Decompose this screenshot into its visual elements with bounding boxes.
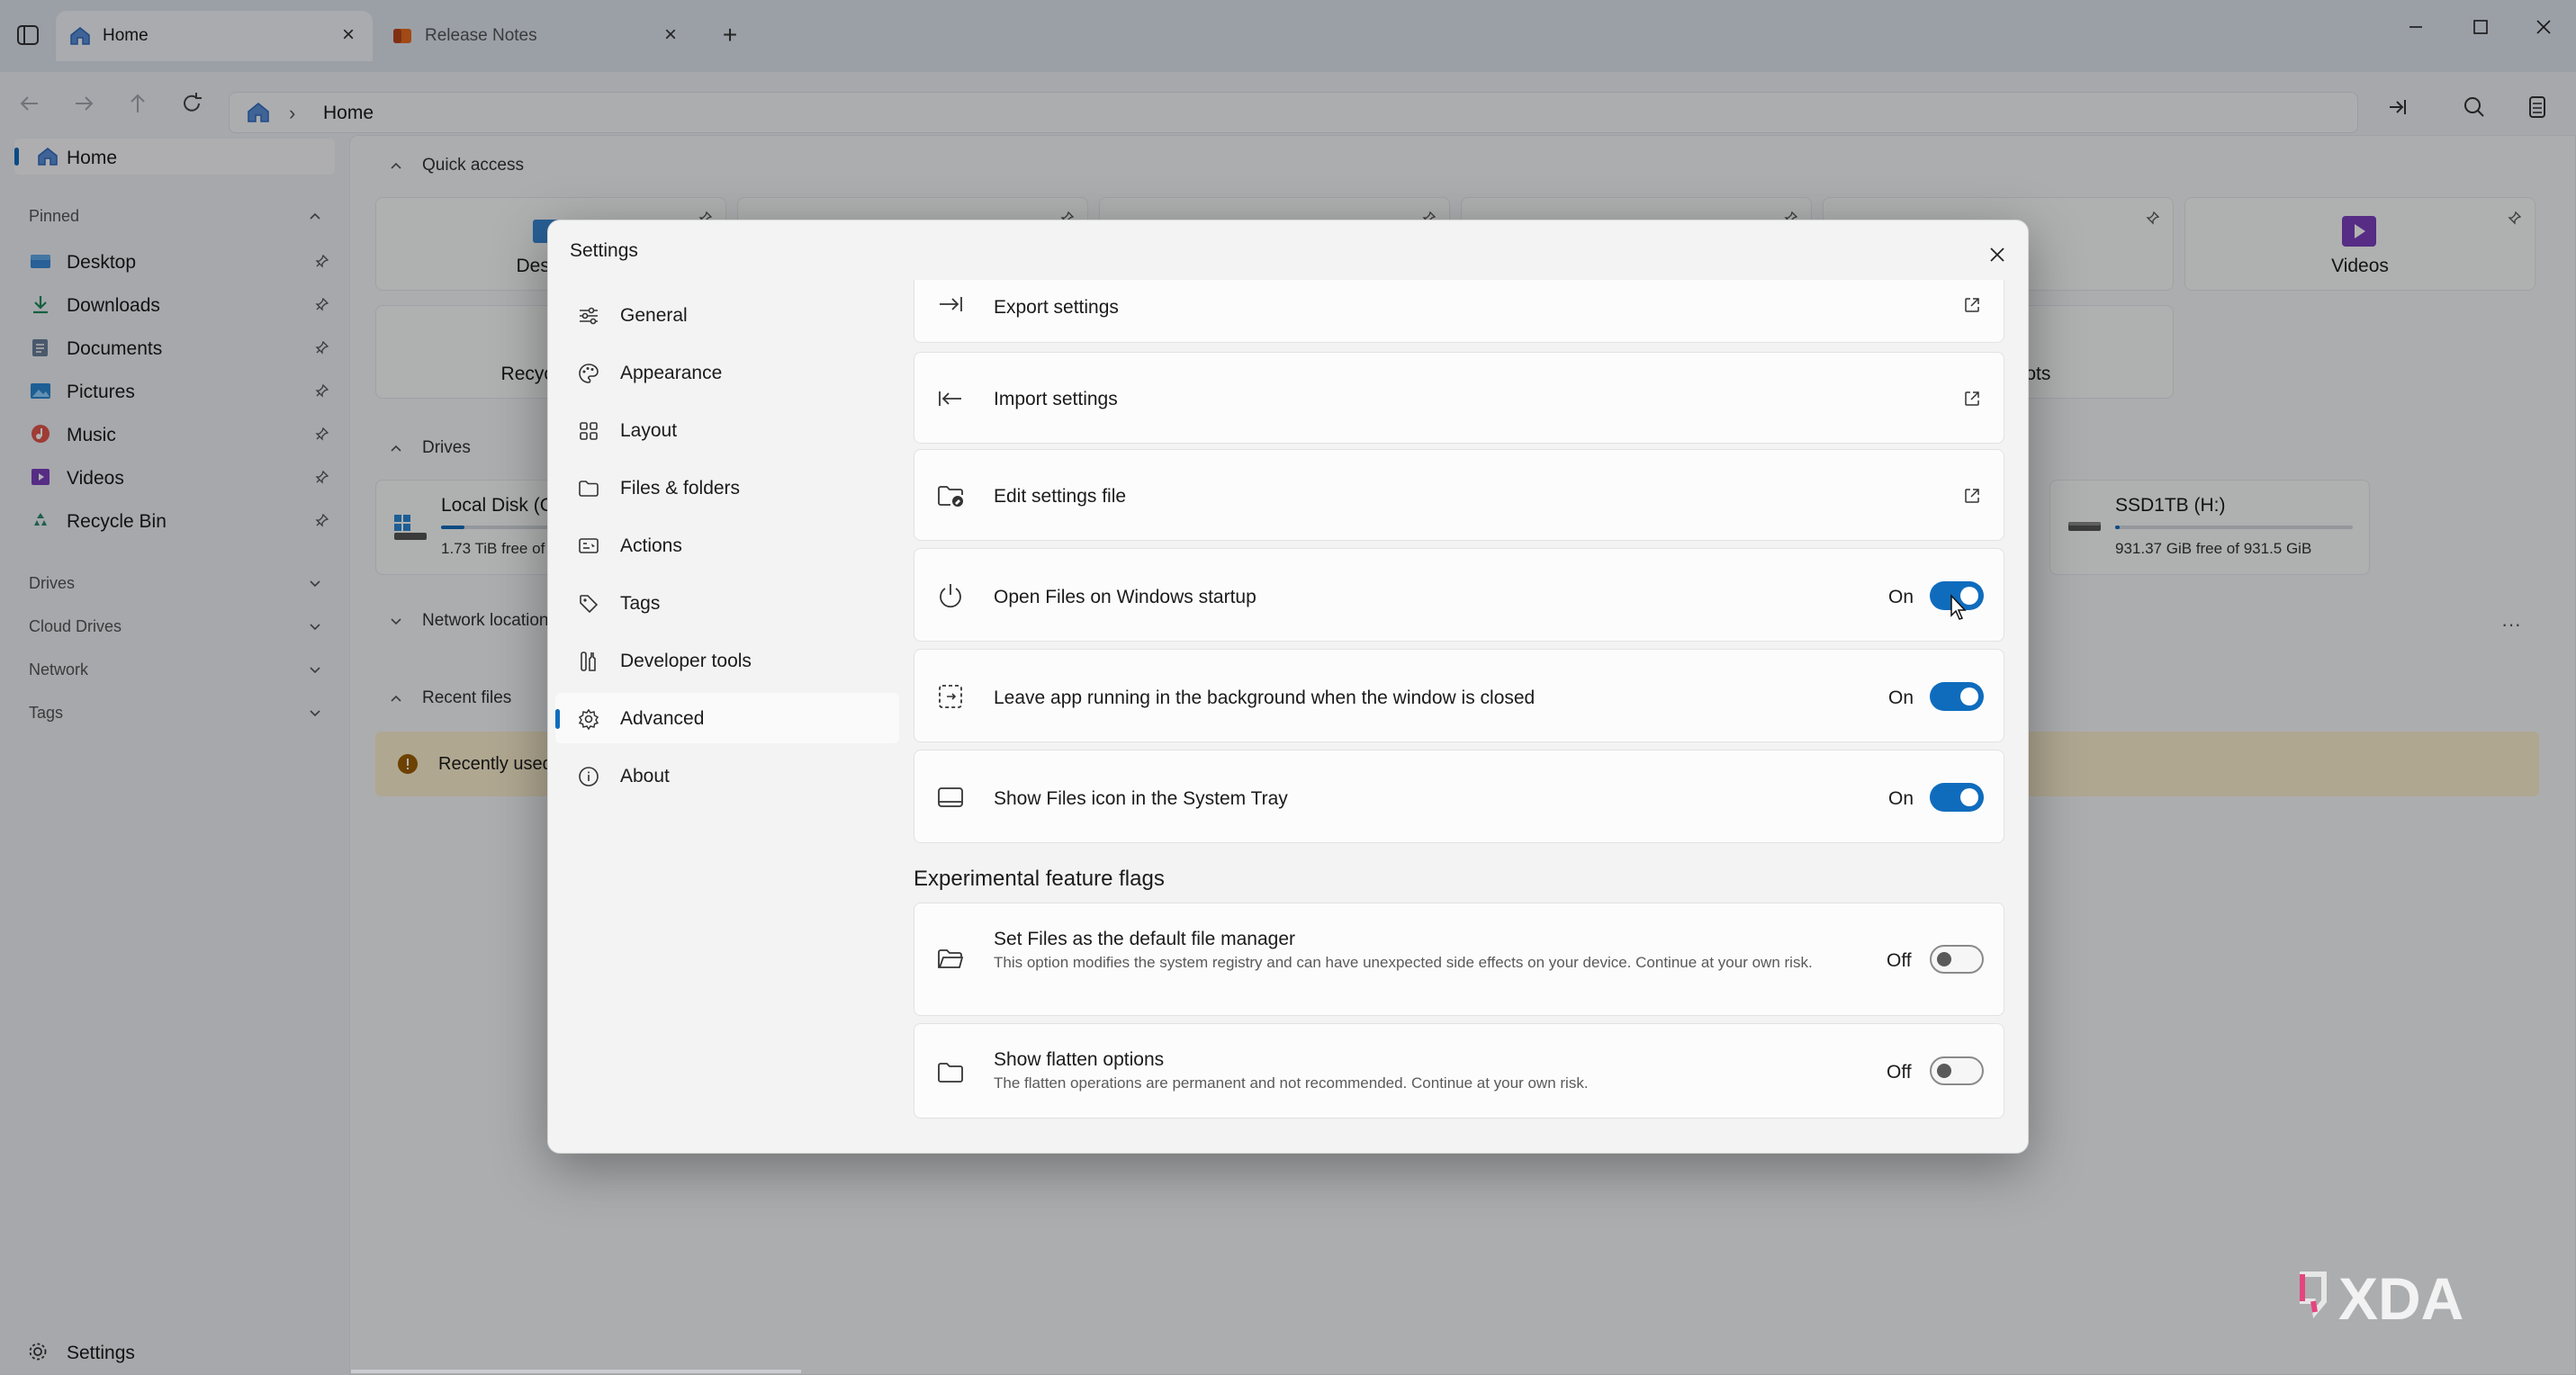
experimental-section-title: Experimental feature flags (914, 867, 1165, 891)
folder-icon (577, 477, 600, 500)
toggle-state-label: Off (1887, 1062, 1912, 1083)
tag-icon (577, 592, 600, 616)
settings-nav-label: Files & folders (620, 478, 741, 499)
settings-nav-tags[interactable]: Tags (555, 578, 899, 628)
settings-nav-label: Developer tools (620, 651, 752, 671)
folder-icon (936, 1058, 965, 1087)
setting-label: Import settings (994, 389, 1118, 409)
toggle-knob (1960, 688, 1978, 705)
settings-nav-appearance[interactable]: Appearance (555, 347, 899, 398)
settings-nav-label: Appearance (620, 363, 723, 383)
export-settings-row[interactable]: Export settings (914, 280, 2004, 343)
setting-label: Leave app running in the background when… (994, 688, 1536, 708)
settings-dialog: Settings General Appearance Layout Files… (547, 220, 2029, 1154)
setting-label: Export settings (994, 297, 1119, 318)
setting-label: Show Files icon in the System Tray (994, 788, 1288, 809)
layout-grid-icon (577, 419, 600, 443)
svg-text:XDA: XDA (2338, 1265, 2463, 1332)
window-dashed-icon (936, 682, 965, 711)
power-icon (936, 581, 965, 610)
external-link-icon[interactable] (1962, 295, 1982, 315)
settings-nav-layout[interactable]: Layout (555, 405, 899, 455)
export-arrow-icon (936, 290, 965, 319)
palette-icon (577, 362, 600, 385)
background-running-row: Leave app running in the background when… (914, 649, 2004, 742)
settings-nav-label: Advanced (620, 708, 705, 729)
toggle-knob (1960, 788, 1978, 806)
external-link-icon[interactable] (1962, 389, 1982, 409)
toggle-knob (1937, 952, 1951, 966)
settings-nav-general[interactable]: General (555, 290, 899, 340)
settings-nav-label: Layout (620, 420, 678, 441)
toggle-state-label: On (1888, 788, 1914, 809)
flatten-options-row: Show flatten options The flatten operati… (914, 1023, 2004, 1119)
import-arrow-icon (936, 384, 965, 413)
setting-label: Set Files as the default file manager (994, 929, 1296, 949)
background-toggle[interactable] (1930, 682, 1984, 711)
setting-label: Edit settings file (994, 486, 1127, 507)
settings-nav-developer-tools[interactable]: Developer tools (555, 635, 899, 686)
folder-open-icon (936, 945, 965, 974)
toggle-state-label: On (1888, 587, 1914, 607)
settings-nav-label: Tags (620, 593, 661, 614)
setting-description: The flatten operations are permanent and… (994, 1074, 1589, 1092)
default-file-manager-toggle[interactable] (1930, 945, 1984, 974)
settings-content: Export settings Import settings Edit set… (906, 280, 2006, 1153)
import-settings-row[interactable]: Import settings (914, 352, 2004, 444)
dialog-title: Settings (570, 240, 638, 261)
developer-tools-icon (577, 650, 600, 673)
setting-label: Open Files on Windows startup (994, 587, 1256, 607)
sliders-icon (577, 304, 600, 328)
external-link-icon[interactable] (1962, 486, 1982, 506)
selection-indicator (555, 709, 560, 729)
tray-icon (936, 783, 965, 812)
settings-nav-files-folders[interactable]: Files & folders (555, 463, 899, 513)
toggle-knob (1937, 1064, 1951, 1078)
system-tray-toggle[interactable] (1930, 783, 1984, 812)
startup-row: Open Files on Windows startup On (914, 548, 2004, 642)
info-icon (577, 765, 600, 788)
system-tray-row: Show Files icon in the System Tray On (914, 750, 2004, 843)
settings-nav-about[interactable]: About (555, 750, 899, 801)
settings-nav-actions[interactable]: Actions (555, 520, 899, 571)
actions-icon (577, 535, 600, 558)
edit-settings-file-row[interactable]: Edit settings file (914, 449, 2004, 541)
settings-nav-advanced[interactable]: Advanced (555, 693, 899, 743)
flatten-options-toggle[interactable] (1930, 1056, 1984, 1085)
default-file-manager-row: Set Files as the default file manager Th… (914, 903, 2004, 1016)
settings-nav-label: Actions (620, 535, 682, 556)
toggle-state-label: Off (1887, 950, 1912, 971)
advanced-icon (577, 707, 600, 731)
toggle-state-label: On (1888, 688, 1914, 708)
settings-nav-label: About (620, 766, 670, 786)
settings-nav-label: General (620, 305, 688, 326)
setting-label: Show flatten options (994, 1049, 1165, 1070)
folder-edit-icon (936, 481, 965, 510)
xda-logo: XDA (2295, 1265, 2547, 1334)
mouse-cursor-icon (1950, 594, 1969, 623)
dialog-close-icon[interactable] (1981, 238, 2013, 271)
scroll-indicator[interactable] (351, 1370, 801, 1373)
setting-description: This option modifies the system registry… (994, 954, 1813, 971)
